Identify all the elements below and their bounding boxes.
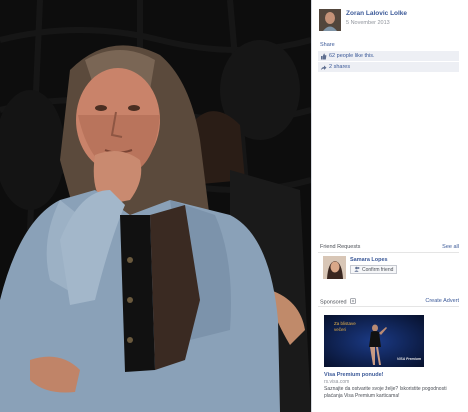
- friend-request-avatar[interactable]: [323, 256, 346, 279]
- confirm-friend-label: Confirm friend: [362, 266, 394, 273]
- ad-image-headline: Za blistave večeri: [334, 321, 356, 332]
- post-date[interactable]: 5 November 2013: [346, 20, 390, 26]
- author-avatar[interactable]: [319, 9, 341, 31]
- ad-image[interactable]: Za blistave večeri VISA Premium: [324, 315, 424, 367]
- sponsored-icon: [350, 298, 357, 306]
- add-friend-icon: [354, 266, 360, 274]
- shares-row[interactable]: 2 shares: [318, 62, 459, 72]
- likes-text[interactable]: 62 people like this.: [329, 53, 375, 59]
- thumbs-up-icon: [320, 53, 327, 60]
- photo-stage[interactable]: [0, 0, 311, 412]
- ad-body: Saznajte da ostvarite svoje želje? Iskor…: [324, 386, 447, 399]
- share-arrow-icon: [320, 64, 327, 71]
- share-link[interactable]: Share: [320, 42, 335, 48]
- confirm-friend-button[interactable]: Confirm friend: [350, 265, 398, 274]
- photo-image[interactable]: [0, 0, 311, 412]
- shares-text[interactable]: 2 shares: [329, 64, 350, 70]
- photo-viewer: Zoran Lalovic Lolke 5 November 2013 Shar…: [0, 0, 468, 412]
- author-name[interactable]: Zoran Lalovic Lolke: [346, 10, 407, 17]
- post-header: Zoran Lalovic Lolke 5 November 2013: [319, 9, 464, 35]
- sponsored-label: Sponsored: [320, 299, 347, 306]
- friend-requests-header: Friend Requests: [320, 244, 361, 250]
- post-stats: 62 people like this. 2 shares: [318, 51, 459, 73]
- likes-row[interactable]: 62 people like this.: [318, 51, 459, 61]
- sponsored-divider: [318, 306, 459, 307]
- visa-logo: VISA Premium: [397, 357, 421, 361]
- create-advert-link[interactable]: Create Advert: [425, 298, 459, 304]
- friend-requests-divider: [318, 252, 459, 253]
- friend-request-name[interactable]: Samara Lopes: [350, 257, 388, 263]
- sponsored-header: Sponsored: [320, 298, 357, 306]
- ad-title[interactable]: Visa Premium ponude!: [324, 372, 384, 378]
- ad-domain[interactable]: rs.visa.com: [324, 379, 349, 385]
- see-all-link[interactable]: See all: [442, 244, 459, 250]
